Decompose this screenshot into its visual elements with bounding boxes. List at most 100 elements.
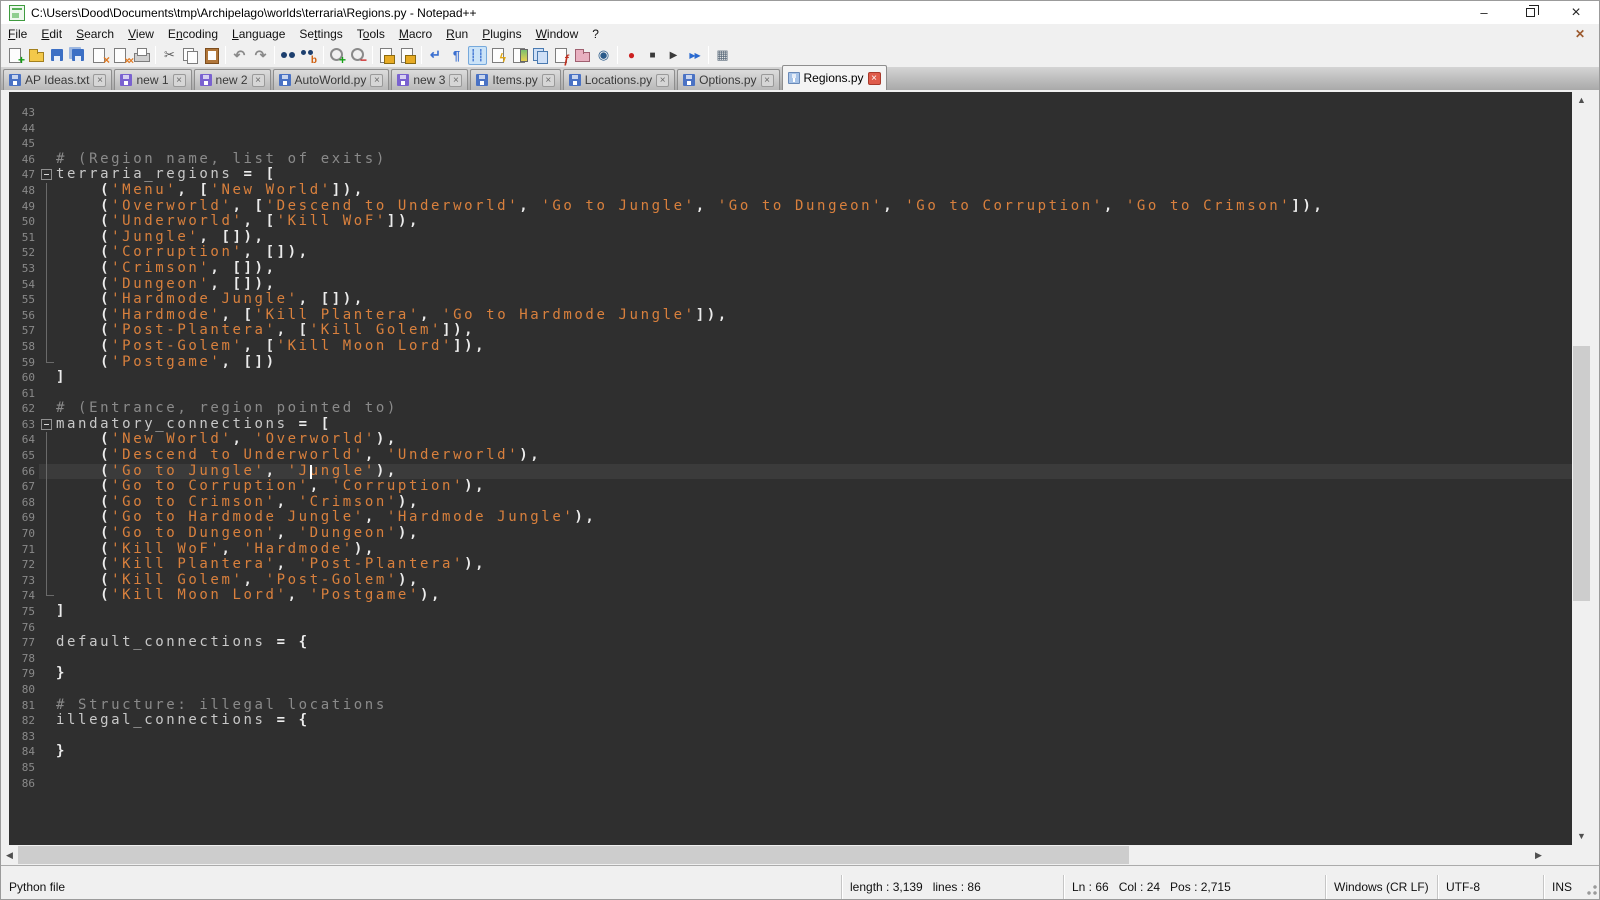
zoom-out-button[interactable]: [349, 46, 368, 65]
line-number[interactable]: 86: [9, 776, 39, 792]
document-map-button[interactable]: [510, 46, 529, 65]
run-macro-multiple-button[interactable]: [685, 46, 704, 65]
scroll-right-arrow[interactable]: ▶: [1530, 845, 1547, 865]
horizontal-scrollbar[interactable]: ◀ ▶: [1, 845, 1547, 865]
tab-close-icon[interactable]: ×: [370, 74, 383, 87]
code-editor[interactable]: 43444546# (Region name, list of exits)47…: [9, 92, 1572, 845]
tab-new-2[interactable]: new 2×: [194, 69, 271, 90]
find-button[interactable]: [279, 46, 298, 65]
status-insert-mode[interactable]: INS: [1543, 875, 1583, 899]
tab-locations-py[interactable]: Locations.py×: [563, 69, 675, 90]
word-wrap-button[interactable]: [426, 46, 445, 65]
line-number[interactable]: 56: [9, 308, 39, 324]
line-number[interactable]: 57: [9, 323, 39, 339]
show-indent-guide-button[interactable]: [468, 46, 487, 65]
paste-button[interactable]: [202, 46, 221, 65]
tab-close-icon[interactable]: ×: [449, 74, 462, 87]
replace-button[interactable]: [300, 46, 319, 65]
line-number[interactable]: 48: [9, 183, 39, 199]
tab-regions-py[interactable]: Regions.py×: [782, 65, 887, 90]
zoom-in-button[interactable]: [328, 46, 347, 65]
line-number[interactable]: 60: [9, 370, 39, 386]
sync-scroll-vertical-button[interactable]: [377, 46, 396, 65]
save-recorded-macro-button[interactable]: [713, 46, 732, 65]
tab-close-icon[interactable]: ×: [173, 74, 186, 87]
line-number[interactable]: 47: [9, 167, 39, 183]
line-number[interactable]: 77: [9, 635, 39, 651]
line-number[interactable]: 76: [9, 620, 39, 636]
close-button[interactable]: ×: [1553, 1, 1599, 24]
scroll-left-arrow[interactable]: ◀: [1, 845, 18, 865]
save-all-button[interactable]: [69, 46, 88, 65]
line-number[interactable]: 73: [9, 573, 39, 589]
vertical-scrollbar-thumb[interactable]: [1573, 346, 1590, 601]
sync-scroll-horizontal-button[interactable]: [398, 46, 417, 65]
document-list-button[interactable]: [531, 46, 550, 65]
tab-new-1[interactable]: new 1×: [114, 69, 191, 90]
tab-close-icon[interactable]: ×: [868, 72, 881, 85]
user-defined-language-button[interactable]: [489, 46, 508, 65]
start-recording-button[interactable]: [622, 46, 641, 65]
line-number[interactable]: 65: [9, 448, 39, 464]
line-number[interactable]: 68: [9, 495, 39, 511]
folder-as-workspace-button[interactable]: [573, 46, 592, 65]
close-all-button[interactable]: [111, 46, 130, 65]
menu-item-file[interactable]: File: [1, 25, 34, 43]
scroll-up-arrow[interactable]: ▲: [1572, 92, 1591, 109]
line-number[interactable]: 83: [9, 729, 39, 745]
line-number[interactable]: 84: [9, 744, 39, 760]
line-number[interactable]: 78: [9, 651, 39, 667]
line-number[interactable]: 54: [9, 277, 39, 293]
menubar-close-document-icon[interactable]: ✕: [1575, 27, 1585, 41]
new-file-button[interactable]: [6, 46, 25, 65]
line-number[interactable]: 67: [9, 479, 39, 495]
line-number[interactable]: 45: [9, 136, 39, 152]
menu-item-edit[interactable]: Edit: [34, 25, 69, 43]
print-button[interactable]: [132, 46, 151, 65]
menu-item-view[interactable]: View: [121, 25, 161, 43]
vertical-scrollbar[interactable]: ▲ ▼: [1572, 92, 1591, 845]
fold-collapse-icon[interactable]: [39, 167, 56, 183]
line-number[interactable]: 49: [9, 199, 39, 215]
line-number[interactable]: 66: [9, 464, 39, 480]
line-number[interactable]: 44: [9, 121, 39, 137]
line-number[interactable]: 62: [9, 401, 39, 417]
tab-ap-ideas-txt[interactable]: AP Ideas.txt×: [3, 69, 112, 90]
line-number[interactable]: 51: [9, 230, 39, 246]
status-encoding[interactable]: UTF-8: [1437, 875, 1543, 899]
line-number[interactable]: 81: [9, 698, 39, 714]
menu-item-macro[interactable]: Macro: [392, 25, 439, 43]
save-button[interactable]: [48, 46, 67, 65]
menu-item-tools[interactable]: Tools: [350, 25, 392, 43]
line-number[interactable]: 52: [9, 245, 39, 261]
line-number[interactable]: 71: [9, 542, 39, 558]
line-number[interactable]: 75: [9, 604, 39, 620]
tab-close-icon[interactable]: ×: [656, 74, 669, 87]
line-number[interactable]: 59: [9, 355, 39, 371]
function-list-button[interactable]: [552, 46, 571, 65]
restore-button[interactable]: [1507, 1, 1553, 24]
line-number[interactable]: 53: [9, 261, 39, 277]
line-number[interactable]: 69: [9, 510, 39, 526]
stop-recording-button[interactable]: [643, 46, 662, 65]
tab-new-3[interactable]: new 3×: [391, 69, 468, 90]
line-number[interactable]: 64: [9, 432, 39, 448]
tab-close-icon[interactable]: ×: [542, 74, 555, 87]
redo-button[interactable]: [251, 46, 270, 65]
line-number[interactable]: 50: [9, 214, 39, 230]
line-number[interactable]: 58: [9, 339, 39, 355]
line-number[interactable]: 74: [9, 588, 39, 604]
line-number[interactable]: 55: [9, 292, 39, 308]
cut-button[interactable]: [160, 46, 179, 65]
line-number[interactable]: 82: [9, 713, 39, 729]
copy-button[interactable]: [181, 46, 200, 65]
tab-items-py[interactable]: Items.py×: [470, 69, 560, 90]
tab-autoworld-py[interactable]: AutoWorld.py×: [273, 69, 390, 90]
tab-close-icon[interactable]: ×: [93, 74, 106, 87]
status-eol-format[interactable]: Windows (CR LF): [1325, 875, 1437, 899]
menu-item-settings[interactable]: Settings: [292, 25, 349, 43]
scroll-down-arrow[interactable]: ▼: [1572, 828, 1591, 845]
line-number[interactable]: 70: [9, 526, 39, 542]
horizontal-scrollbar-thumb[interactable]: [18, 846, 1129, 864]
tab-close-icon[interactable]: ×: [252, 74, 265, 87]
